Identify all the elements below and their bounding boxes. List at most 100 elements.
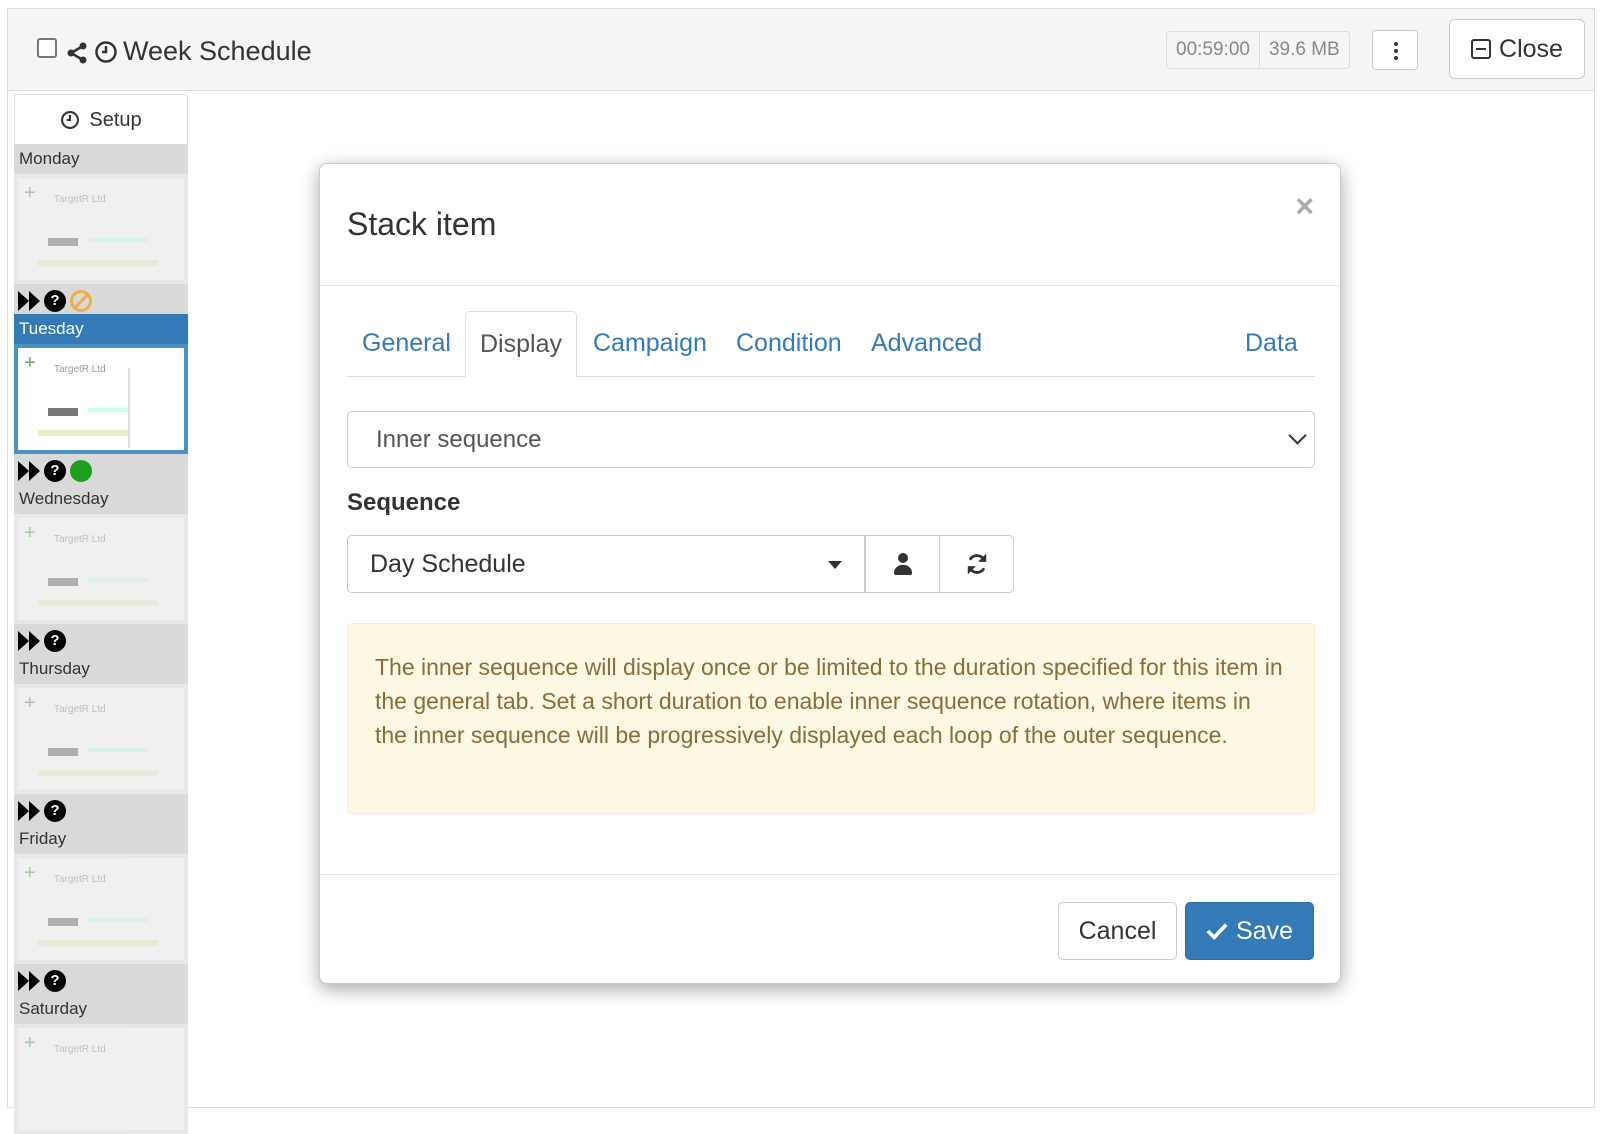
close-button[interactable]: Close — [1449, 19, 1585, 79]
thumbnail-preview: + TargetR Ltd — [18, 858, 184, 960]
tab-condition[interactable]: Condition — [736, 311, 842, 377]
status-row: ? — [14, 794, 188, 827]
fast-forward-icon[interactable] — [18, 800, 40, 821]
thumb-bar — [88, 578, 148, 582]
user-button[interactable] — [865, 535, 940, 593]
thumbnail-preview: + TargetR Ltd — [18, 178, 184, 280]
fast-forward-icon[interactable] — [18, 460, 40, 481]
user-icon — [894, 553, 912, 575]
plus-logo-icon: + — [24, 182, 36, 204]
thumbnail-brand: TargetR Ltd — [54, 194, 106, 205]
more-options-button[interactable] — [1372, 30, 1418, 70]
thumbnail-brand: TargetR Ltd — [54, 1044, 106, 1055]
thumb-stack — [128, 368, 184, 448]
tab-display[interactable]: Display — [465, 311, 577, 378]
sequence-label: Sequence — [347, 489, 461, 516]
question-icon[interactable]: ? — [44, 969, 66, 992]
caret-down-icon — [828, 561, 842, 569]
share-icon[interactable] — [65, 41, 89, 65]
display-mode-select[interactable]: Inner sequence — [347, 411, 1315, 468]
thumb-bar — [88, 748, 148, 752]
day-label: Thursday — [14, 654, 188, 684]
tab-advanced[interactable]: Advanced — [871, 311, 982, 377]
question-icon[interactable]: ? — [44, 459, 66, 482]
day-thursday[interactable]: Thursday + TargetR Ltd ? — [14, 654, 188, 827]
question-icon[interactable]: ? — [44, 629, 66, 652]
plus-logo-icon: + — [24, 862, 36, 884]
day-thumbnail[interactable]: + TargetR Ltd — [14, 514, 188, 624]
fast-forward-icon[interactable] — [18, 970, 40, 991]
thumbnail-brand: TargetR Ltd — [54, 704, 106, 715]
clock-icon — [61, 111, 80, 129]
thumbnail-preview: + TargetR Ltd — [18, 688, 184, 790]
check-icon — [1206, 923, 1228, 941]
setup-label: Setup — [89, 108, 142, 131]
modal-footer: Cancel Save — [320, 874, 1340, 985]
question-icon[interactable]: ? — [44, 799, 66, 822]
duration-readout: 00:59:00 — [1176, 39, 1250, 60]
thumb-bar — [88, 238, 148, 242]
clock-icon — [95, 41, 117, 63]
sequence-value: Day Schedule — [370, 550, 526, 578]
fast-forward-icon[interactable] — [18, 290, 40, 311]
chevron-down-icon — [1288, 426, 1307, 445]
thumbnail-brand: TargetR Ltd — [54, 364, 106, 375]
fast-forward-icon[interactable] — [18, 630, 40, 651]
day-saturday[interactable]: Saturday + TargetR Ltd — [14, 994, 188, 1134]
thumbnail-preview: + TargetR Ltd — [18, 348, 184, 450]
size-readout: 39.6 MB — [1258, 32, 1349, 68]
setup-button[interactable]: Setup — [14, 94, 188, 146]
day-thumbnail[interactable]: + TargetR Ltd — [14, 684, 188, 794]
thumb-bar — [48, 748, 78, 756]
thumbnail-preview: + TargetR Ltd — [18, 1028, 184, 1130]
tab-general[interactable]: General — [362, 311, 451, 377]
day-tuesday[interactable]: Tuesday + TargetR Ltd ? — [14, 314, 188, 487]
thumbnail-brand: TargetR Ltd — [54, 874, 106, 885]
thumb-bar — [48, 918, 78, 926]
day-wednesday[interactable]: Wednesday + TargetR Ltd ? — [14, 484, 188, 657]
active-dot-icon[interactable] — [70, 459, 92, 482]
plus-logo-icon: + — [24, 1032, 36, 1054]
day-thumbnail[interactable]: + TargetR Ltd — [14, 344, 188, 454]
thumb-strip — [38, 600, 158, 606]
ban-icon[interactable] — [70, 289, 92, 312]
thumb-bar — [48, 408, 78, 416]
modal-header: Stack item × — [320, 164, 1340, 286]
refresh-icon — [967, 554, 987, 574]
refresh-button[interactable] — [939, 535, 1014, 593]
cancel-button[interactable]: Cancel — [1058, 902, 1177, 960]
day-thumbnail[interactable]: + TargetR Ltd — [14, 854, 188, 964]
day-monday[interactable]: Monday + TargetR Ltd ? — [14, 144, 188, 317]
thumb-strip — [38, 260, 158, 266]
save-button[interactable]: Save — [1185, 902, 1314, 960]
minus-square-icon — [1471, 39, 1492, 59]
close-label: Close — [1499, 34, 1563, 63]
question-icon[interactable]: ? — [44, 289, 66, 312]
day-friday[interactable]: Friday + TargetR Ltd ? — [14, 824, 188, 997]
sequence-select[interactable]: Day Schedule — [347, 535, 865, 593]
modal-title: Stack item — [347, 206, 497, 242]
modal-close-icon[interactable]: × — [1295, 188, 1314, 225]
panel-header: Week Schedule 00:59:00 39.6 MB Close — [8, 9, 1594, 91]
thumb-bar — [48, 578, 78, 586]
kebab-dot — [1394, 42, 1398, 46]
day-label: Wednesday — [14, 484, 188, 514]
plus-logo-icon: + — [24, 692, 36, 714]
plus-logo-icon: + — [24, 522, 36, 544]
status-row: ? — [14, 624, 188, 657]
select-checkbox[interactable] — [37, 38, 57, 58]
tab-data[interactable]: Data — [1245, 311, 1298, 377]
thumb-strip — [38, 770, 158, 776]
day-thumbnail[interactable]: + TargetR Ltd — [14, 1024, 188, 1134]
status-row: ? — [14, 284, 188, 317]
day-label: Tuesday — [14, 314, 188, 344]
day-thumbnail[interactable]: + TargetR Ltd — [14, 174, 188, 284]
tab-campaign[interactable]: Campaign — [593, 311, 707, 377]
save-label: Save — [1236, 916, 1293, 945]
thumb-bar — [88, 918, 148, 922]
stack-item-dialog: Stack item × General Display Campaign Co… — [319, 163, 1341, 984]
day-label: Monday — [14, 144, 188, 174]
tab-bar: General Display Campaign Condition Advan… — [347, 311, 1315, 378]
thumb-bar — [48, 238, 78, 246]
status-row: ? — [14, 454, 188, 487]
